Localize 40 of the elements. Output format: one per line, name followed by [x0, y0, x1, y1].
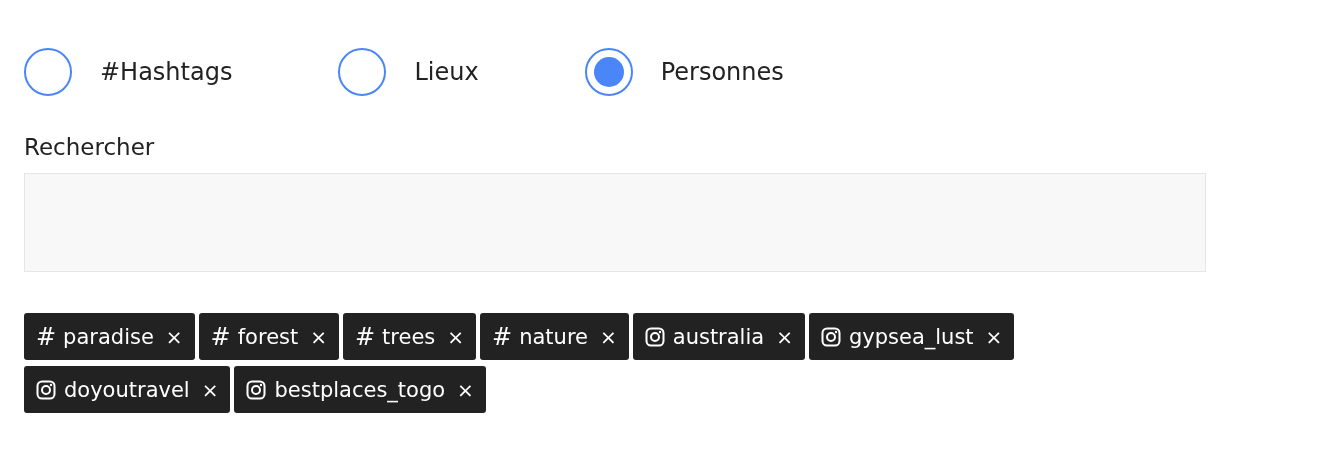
- remove-tag-button[interactable]: ×: [310, 324, 327, 349]
- radio-label: Personnes: [660, 58, 784, 86]
- hash-sign: #: [36, 322, 57, 351]
- camera-icon: [644, 326, 665, 347]
- tag-chip[interactable]: # nature ×: [480, 313, 629, 360]
- hash-sign: #: [355, 322, 376, 351]
- remove-tag-button[interactable]: ×: [165, 324, 183, 349]
- radio-button[interactable]: [24, 48, 72, 96]
- tag-text: doyoutravel: [64, 377, 190, 402]
- tag-chip[interactable]: # paradise ×: [24, 313, 195, 360]
- remove-tag-button[interactable]: ×: [201, 377, 219, 402]
- tag-text: australia: [672, 324, 765, 349]
- camera-icon: [36, 379, 56, 400]
- remove-tag-button[interactable]: ×: [600, 324, 617, 349]
- camera-icon: [246, 379, 267, 400]
- tag-text: paradise: [63, 324, 154, 349]
- radio-label: Lieux: [414, 58, 479, 86]
- tag-chip[interactable]: # forest ×: [198, 313, 339, 360]
- radio-button[interactable]: [584, 48, 633, 96]
- hash-sign: #: [492, 322, 513, 351]
- radio-button[interactable]: [338, 48, 387, 96]
- tag-chip[interactable]: gypsea_lust ×: [808, 313, 1015, 360]
- tag-text: gypsea_lust: [848, 324, 974, 349]
- tag-chip[interactable]: doyoutravel ×: [24, 366, 231, 413]
- search-label: Rechercher: [24, 134, 156, 160]
- remove-tag-button[interactable]: ×: [447, 324, 465, 349]
- tag-chip[interactable]: bestplaces_togo ×: [234, 366, 486, 413]
- search-field[interactable]: [24, 173, 1206, 272]
- tag-chip[interactable]: # trees ×: [343, 313, 477, 360]
- remove-tag-button[interactable]: ×: [457, 377, 474, 402]
- tag-chip[interactable]: australia ×: [632, 313, 805, 360]
- tag-text: forest: [237, 324, 299, 349]
- hash-sign: #: [210, 322, 231, 351]
- tag-text: trees: [382, 324, 436, 349]
- radio-label: #Hashtags: [100, 58, 233, 86]
- remove-tag-button[interactable]: ×: [985, 324, 1003, 349]
- tag-text: nature: [519, 324, 588, 349]
- camera-icon: [820, 326, 841, 347]
- tag-text: bestplaces_togo: [274, 377, 446, 402]
- remove-tag-button[interactable]: ×: [776, 324, 793, 349]
